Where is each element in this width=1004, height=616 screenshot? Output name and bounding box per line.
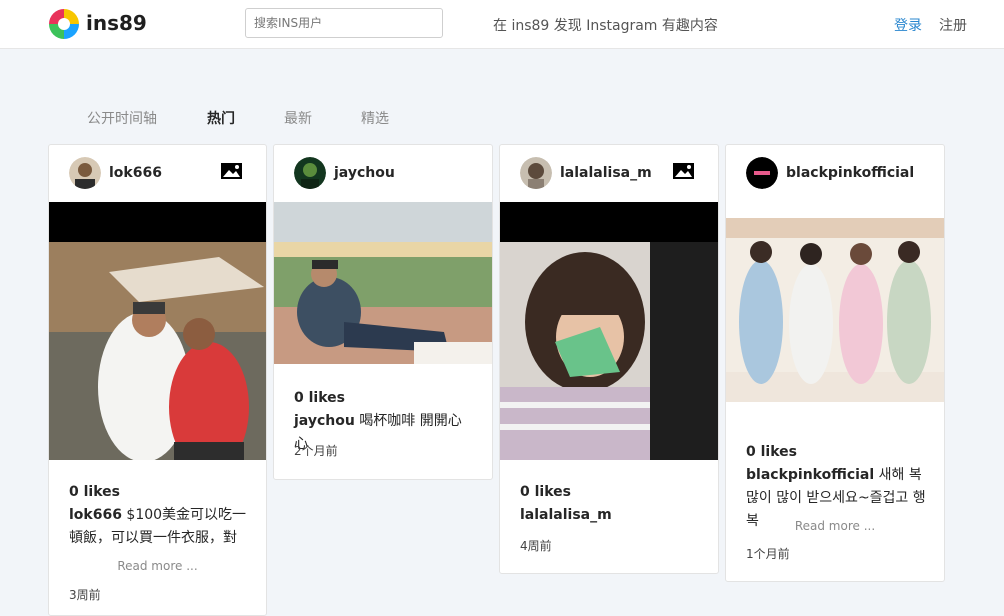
post-card: lalalalisa_m 0 likes lalalalisa_m 4周前 [499, 144, 719, 574]
likes-count: 0 likes [294, 390, 345, 406]
avatar[interactable] [69, 157, 101, 189]
top-navbar: ins89 在 ins89 发现 Instagram 有趣内容 登录 注册 [0, 0, 1004, 49]
post-card: jaychou 0 likes jaychou 喝杯咖啡 開開心心 2个月前 [273, 144, 493, 480]
post-card: blackpinkofficial 0 likes blackpinkoffic… [725, 144, 945, 582]
post-photo[interactable] [500, 202, 718, 460]
caption-username[interactable]: jaychou [294, 413, 355, 429]
tab-public-timeline[interactable]: 公开时间轴 [87, 108, 157, 128]
register-link[interactable]: 注册 [939, 15, 967, 35]
post-photo[interactable] [726, 202, 944, 402]
post-username[interactable]: lok666 [109, 165, 162, 181]
read-more-link[interactable]: Read more ... [726, 519, 944, 533]
post-caption: lok666 $100美金可以吃一頓飯，可以買一件衣服，對 [69, 504, 249, 550]
multiple-images-icon [671, 156, 701, 181]
search-input[interactable] [245, 8, 443, 38]
post-card: lok666 0 likes lok666 $100美金可以吃一頓飯，可以買一件… [48, 144, 267, 616]
post-time: 2个月前 [294, 444, 338, 458]
post-photo[interactable] [49, 202, 266, 460]
likes-count: 0 likes [520, 484, 571, 500]
post-time: 3周前 [69, 588, 101, 602]
slogan-text: 在 ins89 发现 Instagram 有趣内容 [493, 18, 718, 34]
likes-count: 0 likes [69, 484, 120, 500]
post-username[interactable]: lalalalisa_m [560, 165, 652, 181]
tab-featured[interactable]: 精选 [361, 108, 389, 128]
caption-username[interactable]: lalalalisa_m [520, 507, 612, 523]
post-username[interactable]: jaychou [334, 165, 395, 181]
post-username[interactable]: blackpinkofficial [786, 165, 914, 181]
multiple-images-icon [219, 156, 249, 181]
login-link[interactable]: 登录 [894, 15, 922, 35]
caption-username[interactable]: blackpinkofficial [746, 467, 874, 483]
likes-count: 0 likes [746, 444, 797, 460]
post-time: 1个月前 [746, 547, 790, 561]
post-header: blackpinkofficial [726, 145, 944, 203]
read-more-link[interactable]: Read more ... [49, 559, 266, 573]
avatar[interactable] [294, 157, 326, 189]
tab-popular[interactable]: 热门 [207, 108, 235, 128]
brand-name[interactable]: ins89 [86, 11, 147, 35]
post-time: 4周前 [520, 539, 552, 553]
avatar[interactable] [746, 157, 778, 189]
avatar[interactable] [520, 157, 552, 189]
logo-icon[interactable] [49, 9, 79, 39]
post-photo[interactable] [274, 202, 492, 364]
post-caption: lalalalisa_m [520, 504, 700, 527]
tab-latest[interactable]: 最新 [284, 108, 312, 128]
post-header: jaychou [274, 145, 492, 203]
caption-username[interactable]: lok666 [69, 507, 122, 523]
